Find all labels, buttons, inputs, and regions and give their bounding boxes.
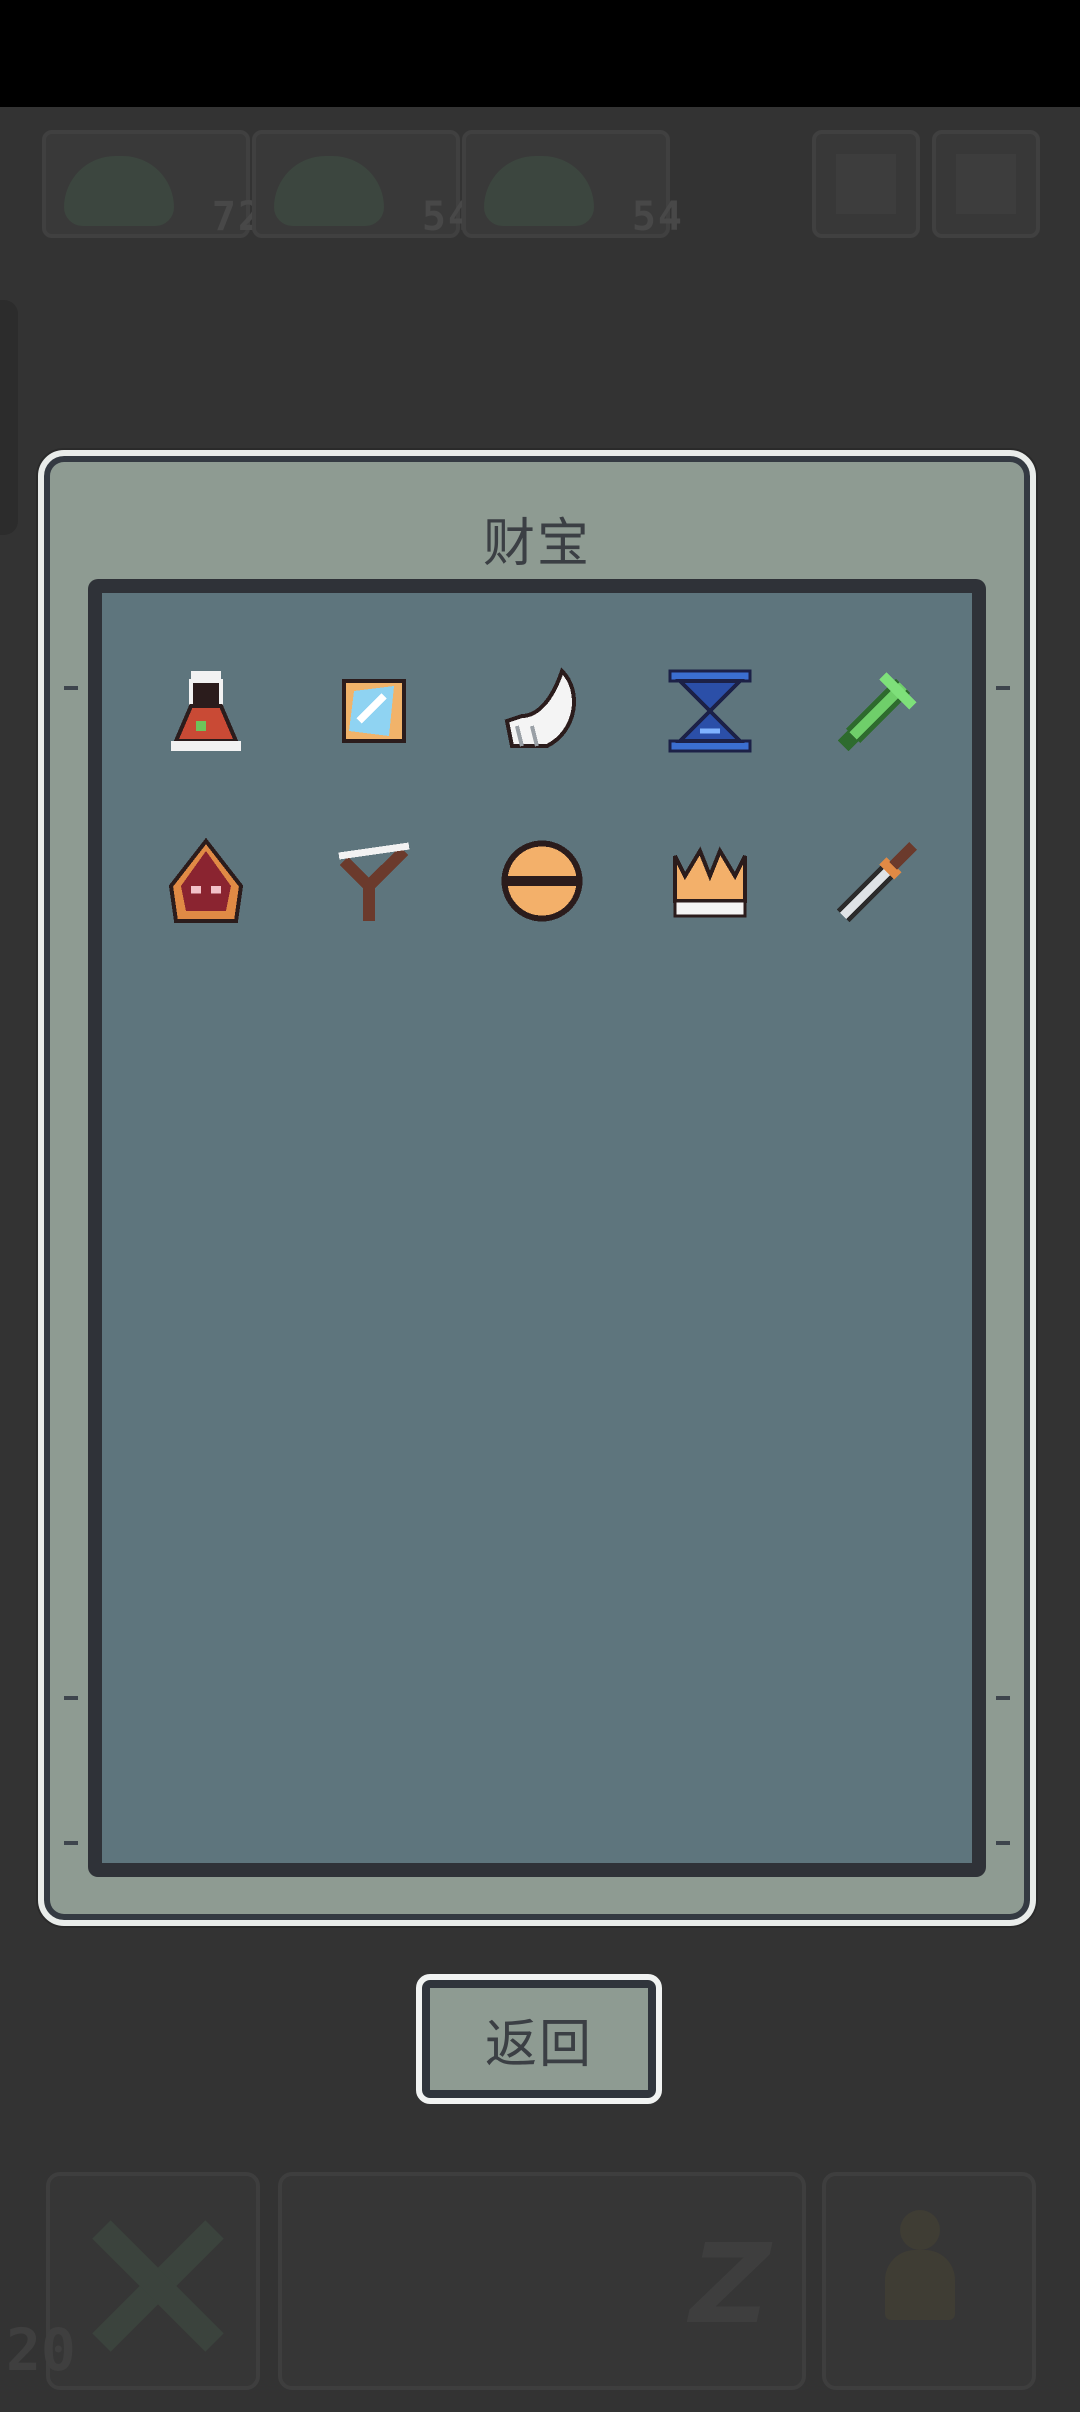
red-hood-icon[interactable] xyxy=(156,831,256,931)
pawn-icon xyxy=(880,2210,960,2330)
frame-rivet xyxy=(996,1841,1010,1845)
party-slot-2: 54 xyxy=(252,130,472,240)
steel-dagger-icon[interactable] xyxy=(828,831,928,931)
crossed-swords-icon xyxy=(85,2216,225,2356)
red-potion-icon[interactable] xyxy=(156,661,256,761)
frame-rivet xyxy=(64,1696,78,1700)
frame-rivet xyxy=(996,686,1010,690)
slime-icon xyxy=(274,156,384,226)
party-slot-value: 54 xyxy=(631,194,684,240)
settings-button xyxy=(932,130,1040,238)
side-tab xyxy=(0,300,18,535)
slingshot-icon[interactable] xyxy=(324,831,424,931)
party-slot-1: 72 xyxy=(42,130,262,240)
frame-rivet xyxy=(996,1696,1010,1700)
menu-button xyxy=(812,130,920,238)
golden-crown-icon[interactable] xyxy=(660,831,760,931)
green-sword-icon[interactable] xyxy=(828,661,928,761)
attack-slot xyxy=(46,2172,260,2390)
white-claw-icon[interactable] xyxy=(492,661,592,761)
frame-rivet xyxy=(64,1841,78,1845)
back-button-label: 返回 xyxy=(484,2014,593,2075)
level-number: 20 xyxy=(6,2316,76,2384)
blue-hourglass-icon[interactable] xyxy=(660,661,760,761)
treasure-dialog: 财宝 xyxy=(38,450,1036,1926)
frame-rivet xyxy=(64,686,78,690)
slime-icon xyxy=(484,156,594,226)
dialog-title: 财宝 xyxy=(482,514,591,574)
orange-disc-icon[interactable] xyxy=(492,831,592,931)
treasure-grid xyxy=(88,579,986,1877)
party-slot-3: 54 xyxy=(462,130,682,240)
slime-icon xyxy=(64,156,174,226)
magic-mirror-icon[interactable] xyxy=(324,661,424,761)
back-button[interactable]: 返回 xyxy=(416,1974,662,2104)
status-bar xyxy=(0,0,1080,107)
